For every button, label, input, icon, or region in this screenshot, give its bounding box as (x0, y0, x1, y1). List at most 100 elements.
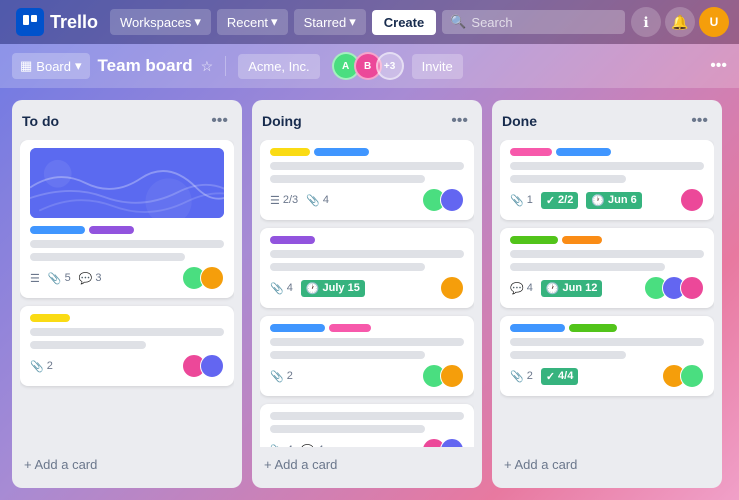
notifications-button[interactable]: 🔔 (665, 7, 695, 37)
board-header: ▦ Board ▾ Team board ☆ Acme, Inc. A B +3… (0, 44, 739, 88)
chevron-down-icon: ▾ (349, 14, 356, 30)
clock-icon: 🕐 (591, 194, 605, 207)
label-blue (270, 324, 325, 332)
create-button[interactable]: Create (372, 10, 436, 35)
info-button[interactable]: ℹ (631, 7, 661, 37)
card-labels (270, 236, 464, 244)
label-green (569, 324, 617, 332)
clock-icon: 🕐 (546, 282, 560, 295)
trello-logo[interactable]: Trello (10, 8, 104, 36)
attach-icon: 📎 (510, 370, 524, 383)
badge-checklist-done: ✓ 4/4 (541, 368, 579, 385)
card-badges: ☰ 2/3 📎 4 (270, 194, 329, 207)
badge-comment: 💬 3 (79, 272, 102, 285)
comment-icon: 💬 (301, 444, 315, 448)
attach-icon: 📎 (510, 194, 524, 207)
checklist-icon: ☰ (270, 194, 280, 207)
board-view-button[interactable]: ▦ Board ▾ (12, 53, 90, 79)
label-blue (510, 324, 565, 332)
card-footer: 💬 4 🕐 Jun 12 (510, 276, 704, 300)
badge-comment: 💬 4 (301, 444, 324, 448)
card-footer: ☰ 2/3 📎 4 (270, 188, 464, 212)
card-todo-2[interactable]: 📎 2 (20, 306, 234, 386)
card-footer: ☰ 📎 5 💬 3 (30, 266, 224, 290)
card-labels (510, 148, 704, 156)
card-doing-2[interactable]: 📎 4 🕐 July 15 (260, 228, 474, 308)
chevron-down-icon: ▾ (194, 14, 201, 30)
badge-comment: 💬 4 (510, 282, 533, 295)
trello-wordmark: Trello (50, 12, 98, 33)
column-menu-done[interactable]: ••• (687, 110, 712, 132)
card-text-line (30, 328, 224, 336)
badge-attach: 📎 2 (270, 370, 293, 383)
label-yellow (270, 148, 310, 156)
card-avatar (440, 188, 464, 212)
add-card-todo[interactable]: + Add a card (20, 451, 234, 478)
badge-date: 🕐 July 15 (301, 280, 365, 297)
badge-checklist-done: ✓ 2/2 (541, 192, 579, 209)
card-text-line (270, 338, 464, 346)
card-done-1[interactable]: 📎 1 ✓ 2/2 🕐 Jun 6 (500, 140, 714, 220)
card-done-2[interactable]: 💬 4 🕐 Jun 12 (500, 228, 714, 308)
card-badges: ☰ 📎 5 💬 3 (30, 272, 102, 285)
badge-checklist: ☰ 2/3 (270, 194, 298, 207)
label-pink (510, 148, 552, 156)
card-doing-3[interactable]: 📎 2 (260, 316, 474, 396)
board-title: Team board (98, 56, 193, 76)
card-footer: 📎 1 ✓ 2/2 🕐 Jun 6 (510, 188, 704, 212)
card-avatars (422, 364, 464, 388)
label-purple (89, 226, 134, 234)
badge-attach: 📎 2 (510, 370, 533, 383)
label-green (510, 236, 558, 244)
star-button[interactable]: ☆ (201, 58, 214, 75)
label-blue (314, 148, 369, 156)
card-footer: 📎 4 💬 4 (270, 438, 464, 447)
recent-menu[interactable]: Recent ▾ (217, 9, 288, 35)
card-done-3[interactable]: 📎 2 ✓ 4/4 (500, 316, 714, 396)
card-text-line (270, 351, 425, 359)
workspace-button[interactable]: Acme, Inc. (238, 54, 319, 79)
column-done: Done ••• 📎 1 (492, 100, 722, 488)
divider (225, 56, 226, 76)
column-menu-todo[interactable]: ••• (207, 110, 232, 132)
card-doing-4[interactable]: 📎 4 💬 4 (260, 404, 474, 447)
card-text-line (510, 338, 704, 346)
board-members: A B +3 (332, 52, 404, 80)
add-card-done[interactable]: + Add a card (500, 451, 714, 478)
board-more-button[interactable]: ••• (710, 57, 727, 75)
card-avatar (200, 354, 224, 378)
card-badges: 📎 1 ✓ 2/2 🕐 Jun 6 (510, 192, 642, 209)
badge-date: 🕐 Jun 6 (586, 192, 641, 209)
search-icon: 🔍 (450, 14, 466, 30)
card-badges: 💬 4 🕐 Jun 12 (510, 280, 602, 297)
search-input[interactable] (471, 15, 591, 30)
member-count[interactable]: +3 (376, 52, 404, 80)
card-avatars (422, 438, 464, 447)
card-todo-1[interactable]: ☰ 📎 5 💬 3 (20, 140, 234, 298)
label-yellow (30, 314, 70, 322)
card-doing-1[interactable]: ☰ 2/3 📎 4 (260, 140, 474, 220)
card-text-line (270, 412, 464, 420)
column-todo: To do ••• (12, 100, 242, 488)
badge-attach: 📎 5 (48, 272, 71, 285)
card-cover (30, 148, 224, 218)
card-avatars (440, 276, 464, 300)
attach-icon: 📎 (270, 282, 284, 295)
badge-attach: 📎 4 (270, 444, 293, 448)
invite-button[interactable]: Invite (412, 54, 463, 79)
column-header-doing: Doing ••• (260, 110, 474, 132)
user-avatar[interactable]: U (699, 7, 729, 37)
workspaces-menu[interactable]: Workspaces ▾ (110, 9, 211, 35)
card-avatar (680, 188, 704, 212)
card-avatar (680, 276, 704, 300)
attach-icon: 📎 (30, 360, 44, 373)
search-bar[interactable]: 🔍 (442, 10, 625, 34)
cards-done: 📎 1 ✓ 2/2 🕐 Jun 6 (500, 140, 714, 447)
starred-menu[interactable]: Starred ▾ (294, 9, 366, 35)
card-labels (270, 148, 464, 156)
add-card-doing[interactable]: + Add a card (260, 451, 474, 478)
column-menu-doing[interactable]: ••• (447, 110, 472, 132)
badge-attach: 📎 2 (30, 360, 53, 373)
attach-icon: 📎 (270, 444, 284, 448)
label-blue (556, 148, 611, 156)
